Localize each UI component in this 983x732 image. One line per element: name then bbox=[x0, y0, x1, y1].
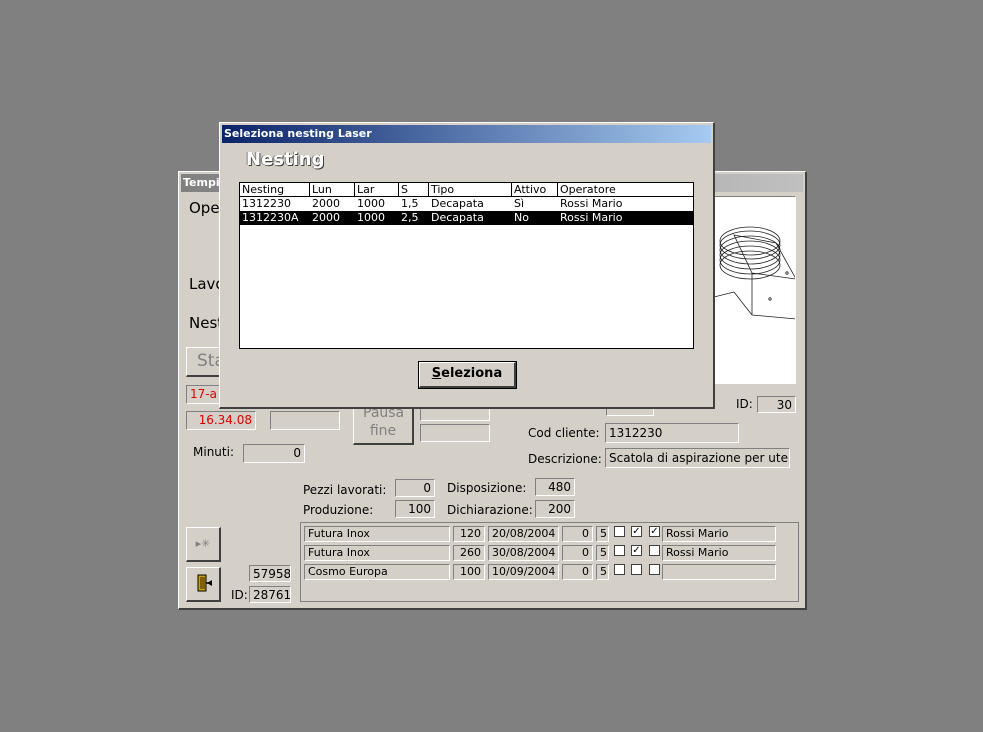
order-check-2[interactable] bbox=[631, 564, 642, 575]
cell-lar: 1000 bbox=[357, 211, 385, 224]
produzione-field[interactable]: 100 bbox=[395, 500, 435, 518]
id-label: ID: bbox=[736, 397, 753, 411]
minuti-label: Minuti: bbox=[193, 445, 234, 459]
disposizione-label: Disposizione: bbox=[447, 481, 527, 495]
order-qty[interactable]: 120 bbox=[453, 526, 485, 542]
cod-cliente-label: Cod cliente: bbox=[528, 426, 600, 440]
cell-operatore: Rossi Mario bbox=[560, 197, 623, 210]
produzione-label: Produzione: bbox=[303, 503, 374, 517]
time-field[interactable]: 16.34.08 bbox=[186, 411, 256, 430]
cell-s: 1,5 bbox=[401, 197, 419, 210]
order-check-3[interactable] bbox=[649, 545, 660, 556]
col-header-attivo[interactable]: Attivo bbox=[512, 183, 558, 197]
cell-operatore: Rossi Mario bbox=[560, 211, 623, 224]
col-header-lar[interactable]: Lar bbox=[355, 183, 399, 197]
cell-attivo: No bbox=[514, 211, 529, 224]
order-check-2[interactable]: ✓ bbox=[631, 545, 642, 556]
seleziona-button[interactable]: Seleziona bbox=[418, 361, 517, 389]
cell-lun: 2000 bbox=[312, 197, 340, 210]
cell-tipo: Decapata bbox=[431, 197, 484, 210]
dialog-titlebar[interactable]: Seleziona nesting Laser bbox=[222, 125, 711, 143]
exit-door-icon bbox=[197, 574, 212, 592]
order-check-3[interactable]: ✓ bbox=[649, 526, 660, 537]
order-n2[interactable]: 5 bbox=[596, 545, 609, 561]
seleziona-label: Seleziona bbox=[431, 366, 503, 381]
pausa-fine-button[interactable]: Pausa fine bbox=[353, 404, 414, 445]
pezzi-lavorati-label: Pezzi lavorati: bbox=[303, 483, 387, 497]
order-n2[interactable]: 5 bbox=[596, 526, 609, 542]
id-bottom-label: ID: bbox=[231, 588, 248, 602]
disposizione-field[interactable]: 480 bbox=[535, 478, 575, 496]
dialog-title: Seleziona nesting Laser bbox=[224, 127, 372, 140]
part-drawing-svg bbox=[713, 226, 795, 320]
cod-cliente-field[interactable]: 1312230 bbox=[605, 423, 739, 443]
order-check-1[interactable] bbox=[614, 564, 625, 575]
dichiarazione-label: Dichiarazione: bbox=[447, 503, 533, 517]
order-n1[interactable]: 0 bbox=[562, 545, 593, 561]
order-date[interactable]: 20/08/2004 bbox=[488, 526, 559, 542]
col-header-nesting[interactable]: Nesting bbox=[240, 183, 310, 197]
id-bottom-field[interactable]: 28761 bbox=[249, 586, 291, 603]
cell-lar: 1000 bbox=[357, 197, 385, 210]
dialog-heading: Nesting bbox=[246, 149, 325, 170]
order-cliente[interactable]: Futura Inox bbox=[304, 526, 450, 542]
order-check-1[interactable] bbox=[614, 526, 625, 537]
pezzi-lavorati-field[interactable]: 0 bbox=[395, 479, 435, 497]
col-header-tipo[interactable]: Tipo bbox=[429, 183, 512, 197]
order-qty[interactable]: 100 bbox=[453, 564, 485, 580]
cell-attivo: Sì bbox=[514, 197, 525, 210]
order-n1[interactable]: 0 bbox=[562, 564, 593, 580]
list-item[interactable]: 1312230 2000 1000 1,5 Decapata Sì Rossi … bbox=[240, 197, 693, 211]
descrizione-label: Descrizione: bbox=[528, 452, 602, 466]
count-field[interactable]: 57958 bbox=[249, 565, 291, 582]
pausa-end-field[interactable] bbox=[420, 424, 490, 442]
pausa-fine-label: Pausa fine bbox=[363, 405, 405, 439]
tempi-title: Tempi bbox=[183, 176, 220, 189]
order-date[interactable]: 10/09/2004 bbox=[488, 564, 559, 580]
nesting-list[interactable]: Nesting Lun Lar S Tipo Attivo Operatore … bbox=[239, 182, 694, 349]
cell-nesting: 1312230 bbox=[242, 197, 291, 210]
order-n2[interactable]: 5 bbox=[596, 564, 609, 580]
order-check-1[interactable] bbox=[614, 545, 625, 556]
minuti-field[interactable]: 0 bbox=[243, 444, 305, 463]
order-cliente[interactable]: Futura Inox bbox=[304, 545, 450, 561]
order-date[interactable]: 30/08/2004 bbox=[488, 545, 559, 561]
order-check-3[interactable] bbox=[649, 564, 660, 575]
order-n1[interactable]: 0 bbox=[562, 526, 593, 542]
order-operatore[interactable]: Rossi Mario bbox=[662, 545, 776, 561]
exit-button[interactable] bbox=[186, 567, 221, 602]
cell-tipo: Decapata bbox=[431, 211, 484, 224]
order-qty[interactable]: 260 bbox=[453, 545, 485, 561]
order-operatore[interactable]: Rossi Mario bbox=[662, 526, 776, 542]
part-drawing-image bbox=[703, 196, 796, 384]
cell-s: 2,5 bbox=[401, 211, 419, 224]
list-item-selected[interactable]: 1312230A 2000 1000 2,5 Decapata No Rossi… bbox=[240, 211, 693, 225]
order-operatore[interactable] bbox=[662, 564, 776, 580]
record-navigator-icon: ▸✳ bbox=[195, 537, 211, 550]
cell-lun: 2000 bbox=[312, 211, 340, 224]
cell-nesting: 1312230A bbox=[242, 211, 299, 224]
col-header-lun[interactable]: Lun bbox=[310, 183, 355, 197]
col-header-s[interactable]: S bbox=[399, 183, 429, 197]
end-time-field[interactable] bbox=[270, 411, 340, 430]
dichiarazione-field[interactable]: 200 bbox=[535, 500, 575, 518]
descrizione-field[interactable]: Scatola di aspirazione per uten bbox=[605, 448, 790, 468]
operatore-label: Ope bbox=[189, 199, 220, 217]
col-header-operatore[interactable]: Operatore bbox=[558, 183, 693, 197]
id-field[interactable]: 30 bbox=[757, 396, 796, 413]
record-navigator-button[interactable]: ▸✳ bbox=[186, 527, 221, 562]
order-check-2[interactable]: ✓ bbox=[631, 526, 642, 537]
order-cliente[interactable]: Cosmo Europa bbox=[304, 564, 450, 580]
